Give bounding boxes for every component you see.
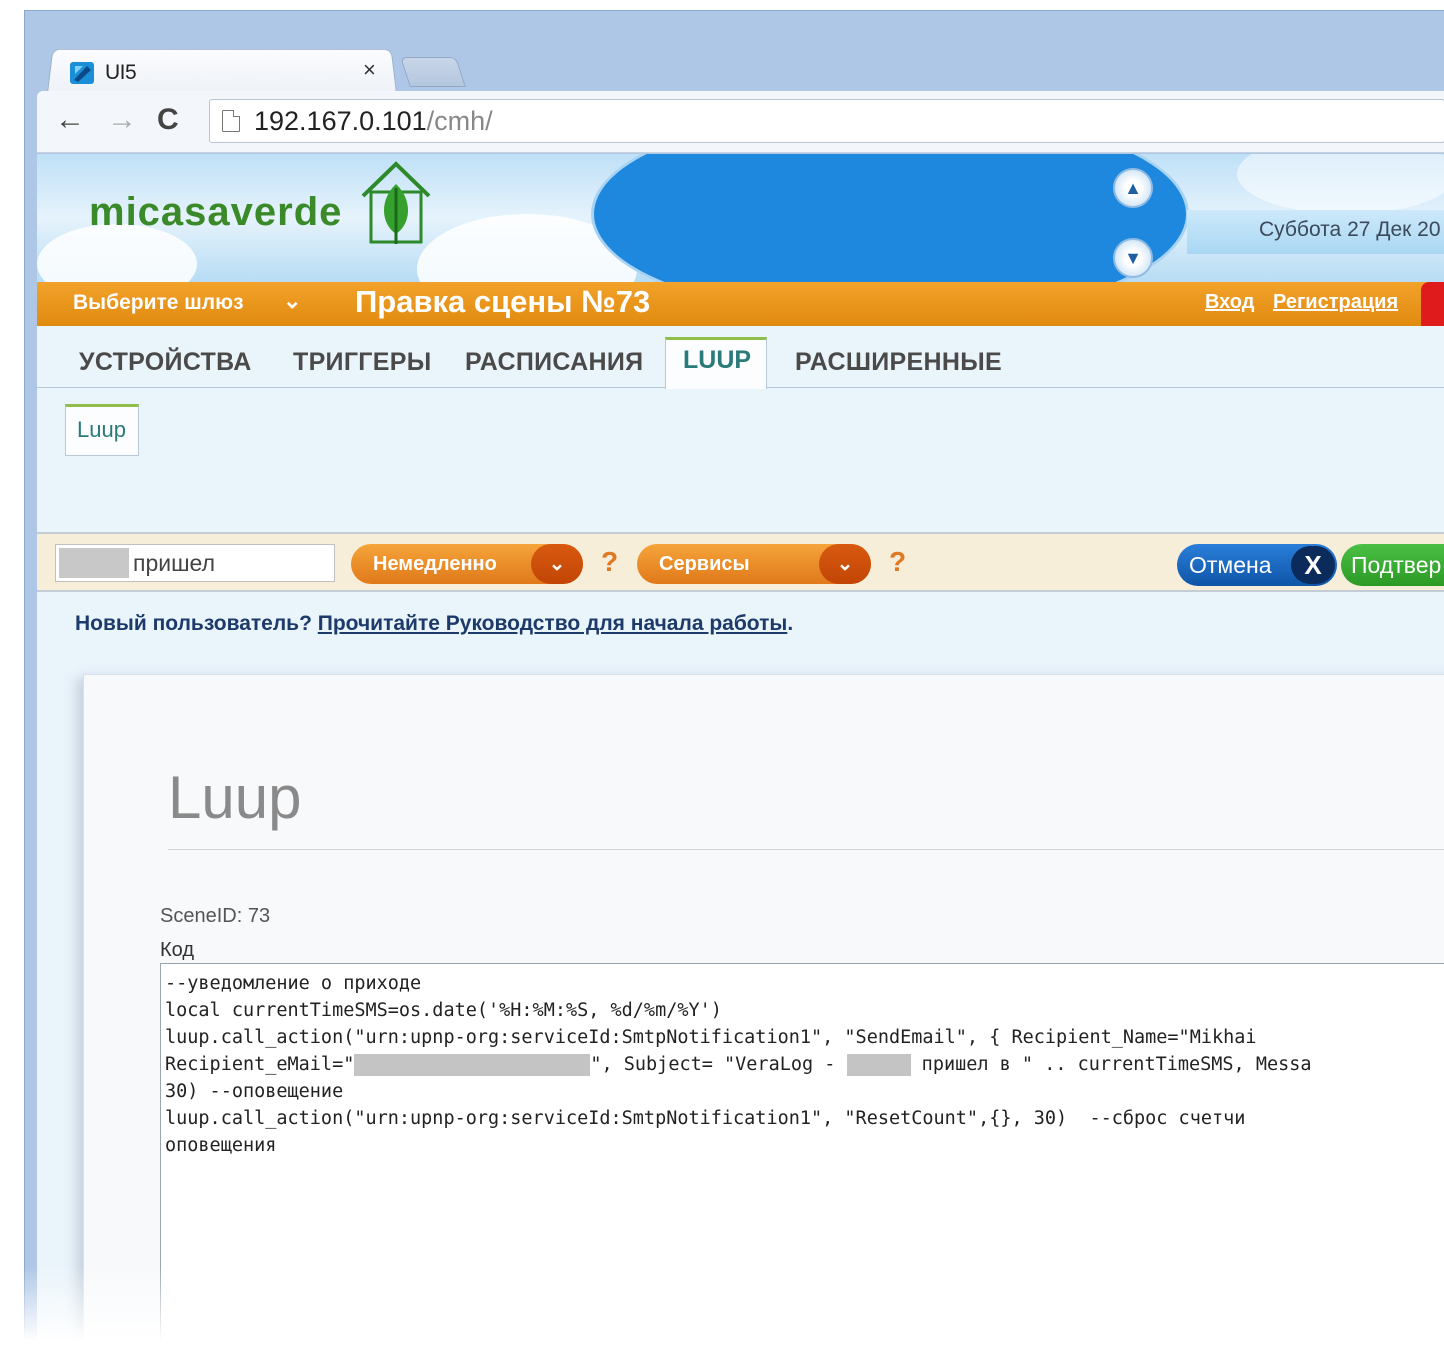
address-bar[interactable]: 192.167.0.101/cmh/ bbox=[209, 99, 1444, 143]
subtab-luup[interactable]: Luup bbox=[65, 404, 139, 456]
code-fragment: ", Subject= "VeraLog - bbox=[590, 1054, 847, 1075]
scene-name-value: пришел bbox=[133, 550, 215, 576]
redacted-text bbox=[846, 1054, 911, 1076]
divider bbox=[168, 849, 1444, 850]
chevron-down-icon[interactable]: ⌄ bbox=[283, 288, 301, 314]
code-line: Recipient_eMail=" ", Subject= "VeraLog - … bbox=[165, 1051, 1444, 1078]
page-icon bbox=[222, 110, 240, 132]
browser-window: UI5 × ← → C 192.167.0.101/cmh/ micasaver… bbox=[24, 10, 1444, 1355]
orange-nav-bar: Выберите шлюз ⌄ Правка сцены №73 Вход Ре… bbox=[37, 282, 1444, 332]
scene-id-label: SceneID: 73 bbox=[160, 905, 271, 927]
redacted-text bbox=[354, 1054, 591, 1076]
red-corner-badge bbox=[1421, 282, 1444, 332]
house-leaf-icon bbox=[361, 161, 431, 244]
new-user-prefix: Новый пользователь? bbox=[75, 612, 318, 635]
code-label: Код bbox=[160, 939, 195, 961]
code-line: luup.call_action("urn:upnp-org:serviceId… bbox=[165, 1027, 1257, 1048]
scene-tabs: УСТРОЙСТВА ТРИГГЕРЫ РАСПИСАНИЯ LUUP РАСШ… bbox=[37, 326, 1444, 389]
getting-started-link[interactable]: Прочитайте Руководство для начала работы bbox=[318, 612, 788, 635]
immediate-dropdown[interactable]: Немедленно ⌄ bbox=[351, 544, 583, 584]
card-title: Luup bbox=[168, 764, 302, 831]
new-user-notice: Новый пользователь? Прочитайте Руководст… bbox=[75, 612, 793, 636]
code-fragment: пришел в " .. currentTimeSMS, Messa bbox=[910, 1054, 1312, 1075]
help-icon[interactable]: ? bbox=[889, 546, 906, 578]
tab-triggers[interactable]: ТРИГГЕРЫ bbox=[293, 348, 431, 377]
services-dropdown[interactable]: Сервисы ⌄ bbox=[637, 544, 871, 584]
chevron-down-icon[interactable]: ⌄ bbox=[819, 544, 871, 584]
page-title: Правка сцены №73 bbox=[355, 284, 651, 319]
url-path: /cmh/ bbox=[426, 105, 493, 136]
back-icon[interactable]: ← bbox=[55, 105, 85, 135]
favicon-icon bbox=[69, 60, 97, 86]
status-bubble bbox=[591, 154, 1189, 282]
code-line: оповещения bbox=[165, 1135, 277, 1156]
code-line: luup.call_action("urn:upnp-org:serviceId… bbox=[165, 1108, 1246, 1129]
luup-card: Luup SceneID: 73 Код --уведомление о при… bbox=[83, 674, 1444, 1355]
immediate-label: Немедленно bbox=[373, 553, 497, 575]
scroll-up-icon[interactable]: ▲ bbox=[1113, 168, 1153, 208]
redacted-text bbox=[59, 548, 129, 578]
register-link[interactable]: Регистрация bbox=[1273, 291, 1398, 314]
code-line: 30) --оповещение bbox=[165, 1081, 344, 1102]
gateway-select[interactable]: Выберите шлюз bbox=[73, 291, 244, 315]
tab-close-icon[interactable]: × bbox=[363, 57, 376, 83]
code-line: local currentTimeSMS=os.date('%H:%M:%S, … bbox=[165, 1000, 722, 1021]
micasaverde-logo: micasaverde bbox=[89, 190, 343, 234]
help-icon[interactable]: ? bbox=[601, 546, 618, 578]
tab-advanced[interactable]: РАСШИРЕННЫЕ bbox=[795, 348, 1002, 377]
url-host: 192.167.0.101 bbox=[254, 105, 427, 136]
code-textarea[interactable]: --уведомление о приходе local currentTim… bbox=[160, 963, 1444, 1355]
new-user-suffix: . bbox=[787, 612, 794, 635]
cloud-decoration bbox=[1237, 154, 1444, 214]
new-tab-button[interactable] bbox=[400, 57, 466, 87]
code-line: --уведомление о приходе bbox=[165, 973, 422, 994]
services-label: Сервисы bbox=[659, 553, 750, 575]
code-fragment: Recipient_eMail=" bbox=[165, 1054, 355, 1075]
browser-tab-content[interactable]: UI5 bbox=[69, 55, 389, 91]
reload-icon[interactable]: C bbox=[157, 105, 179, 135]
confirm-button[interactable]: Подтвер bbox=[1341, 544, 1444, 586]
close-icon[interactable]: X bbox=[1291, 546, 1335, 584]
tab-devices[interactable]: УСТРОЙСТВА bbox=[79, 348, 252, 377]
web-page: micasaverde ▲ ▼ Суббота 27 Дек 20 Выбери… bbox=[37, 154, 1444, 1355]
browser-toolbar: ← → C 192.167.0.101/cmh/ bbox=[37, 91, 1444, 153]
login-link[interactable]: Вход bbox=[1205, 291, 1254, 314]
tab-title: UI5 bbox=[105, 61, 137, 84]
tab-schedules[interactable]: РАСПИСАНИЯ bbox=[465, 348, 643, 377]
scene-action-bar: пришел Немедленно ⌄ ? Сервисы ⌄ ? Отмена… bbox=[37, 532, 1444, 592]
site-header: micasaverde ▲ ▼ Суббота 27 Дек 20 bbox=[37, 154, 1444, 282]
tab-luup[interactable]: LUUP bbox=[683, 346, 751, 375]
chevron-down-icon[interactable]: ⌄ bbox=[531, 544, 583, 584]
cancel-label: Отмена bbox=[1189, 552, 1272, 578]
cancel-button[interactable]: Отмена X bbox=[1177, 544, 1337, 586]
date-display: Суббота 27 Дек 20 bbox=[1259, 218, 1441, 241]
scroll-down-icon[interactable]: ▼ bbox=[1113, 238, 1153, 278]
forward-icon[interactable]: → bbox=[107, 105, 137, 135]
